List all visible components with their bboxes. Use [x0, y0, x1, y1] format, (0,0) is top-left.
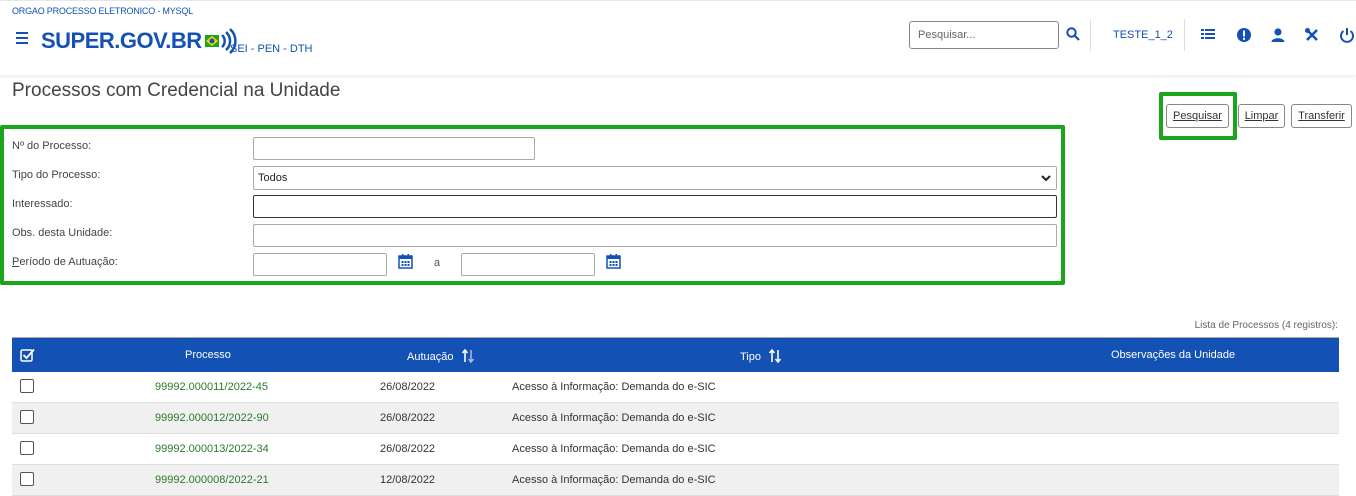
- row-checkbox[interactable]: [20, 410, 34, 424]
- periodo-inicio-input[interactable]: [253, 253, 387, 276]
- numero-processo-label: Nº do Processo:: [12, 140, 92, 152]
- autuacao-cell: 26/08/2022: [380, 381, 436, 393]
- user-icon[interactable]: [1270, 27, 1286, 43]
- tipo-processo-label: Tipo do Processo:: [12, 169, 101, 181]
- list-caption: Lista de Processos (4 registros):: [1194, 320, 1338, 331]
- periodo-fim-input[interactable]: [461, 253, 595, 276]
- tipo-cell: Acesso à Informação: Demanda do e-SIC: [512, 443, 716, 455]
- interessado-input[interactable]: [253, 195, 1057, 218]
- alert-icon[interactable]: [1236, 27, 1252, 43]
- tipo-cell: Acesso à Informação: Demanda do e-SIC: [512, 474, 716, 486]
- column-observacoes: Observações da Unidade: [1111, 349, 1236, 361]
- row-checkbox[interactable]: [20, 472, 34, 486]
- autuacao-cell: 26/08/2022: [380, 412, 436, 424]
- processo-link[interactable]: 99992.000008/2022-21: [155, 474, 269, 486]
- header-divider: [1090, 19, 1091, 51]
- row-checkbox[interactable]: [20, 379, 34, 393]
- obs-unidade-label: Obs. desta Unidade:: [12, 227, 113, 239]
- pesquisar-button[interactable]: Pesquisar: [1166, 104, 1229, 128]
- tipo-processo-value: Todos: [258, 172, 288, 184]
- header-search-input[interactable]: [909, 21, 1059, 49]
- autuacao-cell: 12/08/2022: [380, 474, 436, 486]
- column-autuacao[interactable]: Autuação: [407, 349, 475, 363]
- menu-icon[interactable]: [16, 32, 28, 44]
- row-checkbox[interactable]: [20, 441, 34, 455]
- unit-selector[interactable]: TESTE_1_2: [1113, 29, 1173, 41]
- control-panel-icon[interactable]: [1200, 27, 1216, 43]
- header-divider: [1184, 19, 1185, 51]
- power-icon[interactable]: [1339, 27, 1355, 43]
- table-header: Processo Autuação Tipo Observações da Un…: [12, 337, 1339, 372]
- numero-processo-input[interactable]: [253, 137, 535, 160]
- chevron-down-icon: [1041, 175, 1051, 182]
- periodo-autuacao-label: Período de Autuação:: [12, 256, 118, 268]
- tipo-processo-select[interactable]: Todos: [253, 166, 1057, 190]
- table-row: 99992.000011/2022-45 26/08/2022 Acesso à…: [12, 372, 1339, 403]
- processo-link[interactable]: 99992.000013/2022-34: [155, 443, 269, 455]
- limpar-button[interactable]: Limpar: [1238, 104, 1285, 128]
- obs-unidade-input[interactable]: [253, 224, 1057, 247]
- tools-icon[interactable]: [1304, 27, 1320, 43]
- process-table: Processo Autuação Tipo Observações da Un…: [12, 337, 1339, 496]
- table-row: 99992.000013/2022-34 26/08/2022 Acesso à…: [12, 434, 1339, 465]
- system-label: SEI - PEN - DTH: [230, 43, 313, 55]
- calendar-icon[interactable]: [606, 254, 621, 269]
- select-all-checkbox-icon[interactable]: [20, 348, 35, 363]
- logo[interactable]: SUPER.GOV.BR: [41, 26, 240, 56]
- column-tipo[interactable]: Tipo: [740, 349, 782, 363]
- transferir-button[interactable]: Transferir: [1291, 104, 1352, 128]
- autuacao-cell: 26/08/2022: [380, 443, 436, 455]
- page-title: Processos com Credencial na Unidade: [12, 80, 341, 101]
- processo-link[interactable]: 99992.000012/2022-90: [155, 412, 269, 424]
- processo-link[interactable]: 99992.000011/2022-45: [155, 381, 268, 393]
- logo-text: SUPER.GOV.BR: [41, 28, 202, 53]
- sort-icon[interactable]: [768, 349, 782, 363]
- sort-icon[interactable]: [461, 349, 475, 363]
- table-row: 99992.000008/2022-21 12/08/2022 Acesso à…: [12, 465, 1339, 496]
- tipo-cell: Acesso à Informação: Demanda do e-SIC: [512, 381, 716, 393]
- org-label: ORGAO PROCESSO ELETRONICO - MYSQL: [12, 6, 193, 16]
- top-header: ORGAO PROCESSO ELETRONICO - MYSQL SUPER.…: [0, 0, 1356, 75]
- tipo-cell: Acesso à Informação: Demanda do e-SIC: [512, 412, 716, 424]
- search-icon[interactable]: [1066, 27, 1080, 41]
- interessado-label: Interessado:: [12, 198, 73, 210]
- calendar-icon[interactable]: [398, 254, 413, 269]
- table-row: 99992.000012/2022-90 26/08/2022 Acesso à…: [12, 403, 1339, 434]
- periodo-separator: a: [434, 257, 441, 269]
- column-processo: Processo: [185, 349, 231, 361]
